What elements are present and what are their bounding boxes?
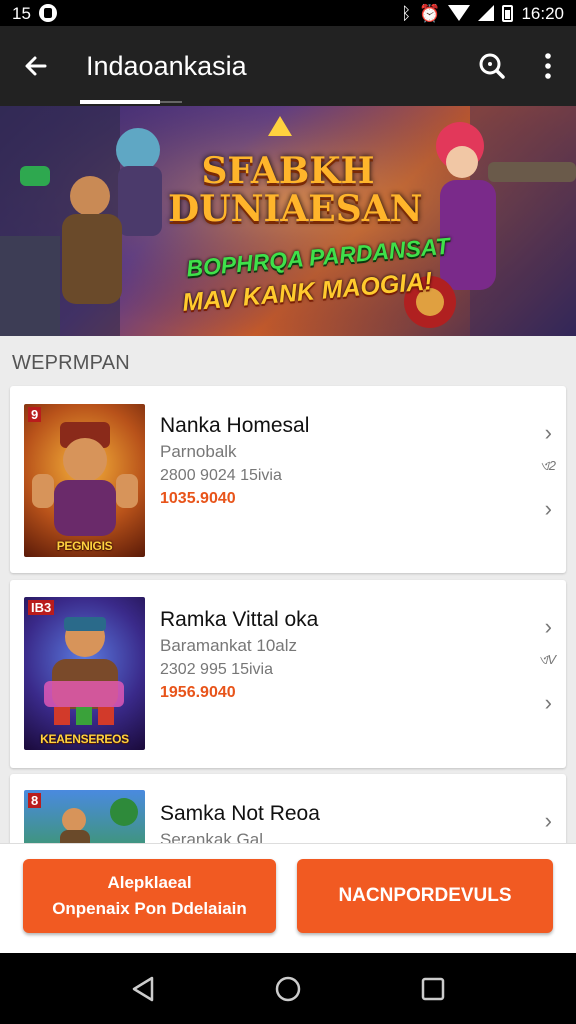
- title-rule: [160, 101, 182, 103]
- banner-title-line2: DUNIAESAN: [168, 188, 423, 230]
- status-left: 15: [12, 4, 57, 22]
- item-thumbnail: 9 PEGNIGIS: [24, 404, 145, 557]
- more-vert-icon: [545, 53, 551, 79]
- chevron-right-icon[interactable]: ›: [545, 496, 552, 522]
- secondary-action-line2: Onpenaix Pon Ddelaiain: [52, 899, 247, 918]
- arrow-left-icon: [25, 56, 47, 76]
- status-right: ᛒ ⏰ 16:20: [401, 3, 564, 23]
- thumbnail-caption: PEGNIGIS: [56, 539, 113, 553]
- bluetooth-icon: ᛒ: [401, 3, 412, 23]
- app-actions: [464, 26, 576, 106]
- notification-icon: [38, 4, 57, 22]
- screen: 15 ᛒ ⏰ 16:20 Indaoankasia SFABKH DUNIAES…: [0, 0, 576, 1024]
- page-title: Indaoankasia: [86, 50, 247, 81]
- bottom-action-bar: Alepklaeal Onpenaix Pon Ddelaiain NACNPO…: [0, 843, 576, 953]
- thumbnail-art: [32, 422, 138, 536]
- banner-title: SFABKH DUNIAESAN: [168, 150, 423, 230]
- thumbnail-badge: 8: [28, 793, 42, 808]
- nav-recents-button[interactable]: [403, 959, 463, 1019]
- list-item[interactable]: IB3 KEAENSEREOS Ramka Vittal oka Baraman…: [10, 580, 566, 768]
- more-options-button[interactable]: [520, 26, 576, 106]
- item-title: Samka Not Reoa: [160, 802, 320, 825]
- wifi-icon: [448, 5, 471, 21]
- item-price: 1956.9040: [160, 684, 236, 701]
- primary-action-button[interactable]: NACNPORDEVULS: [297, 859, 553, 933]
- alarm-icon: ⏰: [419, 3, 441, 23]
- thumbnail-badge: IB3: [28, 600, 55, 615]
- status-time: 16:20: [521, 3, 564, 23]
- item-price: 1035.9040: [160, 490, 236, 507]
- promo-banner[interactable]: SFABKH DUNIAESAN BOPHRQA PARDANSAT MAV K…: [0, 106, 576, 336]
- battery-icon: [502, 4, 514, 22]
- item-title: Nanka Homesal: [160, 414, 310, 437]
- item-thumbnail: IB3 KEAENSEREOS: [24, 597, 145, 750]
- item-subtitle: Parnobalk: [160, 442, 237, 461]
- item-title: Ramka Vittal oka: [160, 608, 319, 631]
- nav-home-icon: [275, 976, 301, 1001]
- secondary-action-line1: Alepklaeal: [107, 873, 192, 892]
- chevron-right-icon[interactable]: ›: [545, 808, 552, 834]
- title-tab-indicator: [80, 100, 160, 104]
- system-nav-bar: [0, 953, 576, 1024]
- nav-back-button[interactable]: [113, 959, 173, 1019]
- chevron-right-icon[interactable]: ›: [545, 614, 552, 640]
- item-subtitle: Baramankat 10alz: [160, 636, 298, 655]
- secondary-action-button[interactable]: Alepklaeal Onpenaix Pon Ddelaiain: [23, 859, 276, 933]
- status-bar: 15 ᛒ ⏰ 16:20: [0, 0, 576, 26]
- status-left-text: 15: [12, 3, 31, 23]
- nav-recents-icon: [422, 977, 445, 1000]
- thumbnail-badge: 9: [28, 407, 42, 422]
- nav-back-icon: [132, 976, 153, 1001]
- chevron-right-icon[interactable]: ›: [545, 690, 552, 716]
- banner-title-line1: SFABKH: [201, 150, 375, 192]
- back-button[interactable]: [0, 26, 72, 106]
- signal-icon: [478, 5, 495, 21]
- thumbnail-art: [44, 617, 124, 725]
- nav-home-button[interactable]: [258, 959, 318, 1019]
- chevron-right-icon[interactable]: ›: [545, 420, 552, 446]
- app-bar: Indaoankasia: [0, 26, 576, 106]
- thumbnail-caption: KEAENSEREOS: [40, 732, 129, 746]
- item-meta: 2800 9024 15ivia: [160, 467, 282, 484]
- section-heading: WEPRMPAN: [12, 352, 130, 374]
- item-side-value: ଏV: [538, 652, 556, 667]
- search-button[interactable]: [464, 26, 520, 106]
- item-side-value: ଏ2: [539, 458, 556, 473]
- item-meta: 2302 995 15ivia: [160, 661, 273, 678]
- list-item[interactable]: 9 PEGNIGIS Nanka Homesal Parnobalk 2800 …: [10, 386, 566, 573]
- search-icon: [479, 53, 505, 79]
